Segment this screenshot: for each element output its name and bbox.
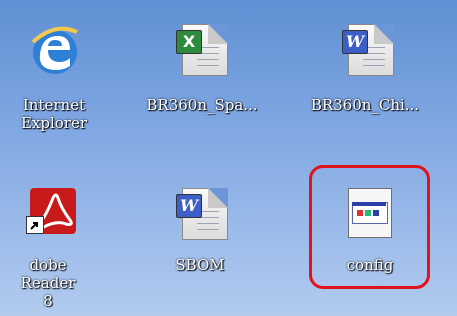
config-file-icon bbox=[348, 188, 394, 240]
shortcut-arrow-icon bbox=[26, 216, 44, 234]
icon-label-internet-explorer: Internet Explorer bbox=[20, 96, 88, 132]
word-document-icon: W bbox=[342, 24, 394, 76]
desktop-icon-br360n-spa[interactable]: X BR360n_Spa... bbox=[134, 18, 270, 118]
excel-document-icon: X bbox=[176, 24, 228, 76]
desktop-icon-br360n-chi[interactable]: W BR360n_Chi... bbox=[290, 18, 440, 118]
icon-label-sbom: SBOM bbox=[175, 256, 225, 274]
icon-label-br360n-spa: BR360n_Spa... bbox=[146, 96, 258, 114]
icon-label-config: config bbox=[346, 256, 394, 274]
icon-label-adobe-reader: dobe Reader 8 bbox=[20, 256, 76, 310]
desktop-icon-config[interactable]: config bbox=[322, 180, 418, 280]
word-document-icon: W bbox=[176, 188, 228, 240]
icon-label-br360n-chi: BR360n_Chi... bbox=[310, 96, 420, 114]
desktop-icon-adobe-reader[interactable]: dobe Reader 8 bbox=[0, 180, 96, 316]
desktop-icon-internet-explorer[interactable]: Internet Explorer bbox=[12, 18, 96, 148]
desktop-icon-sbom[interactable]: W SBOM bbox=[160, 180, 240, 280]
adobe-reader-icon bbox=[26, 186, 80, 238]
internet-explorer-icon bbox=[30, 22, 80, 78]
